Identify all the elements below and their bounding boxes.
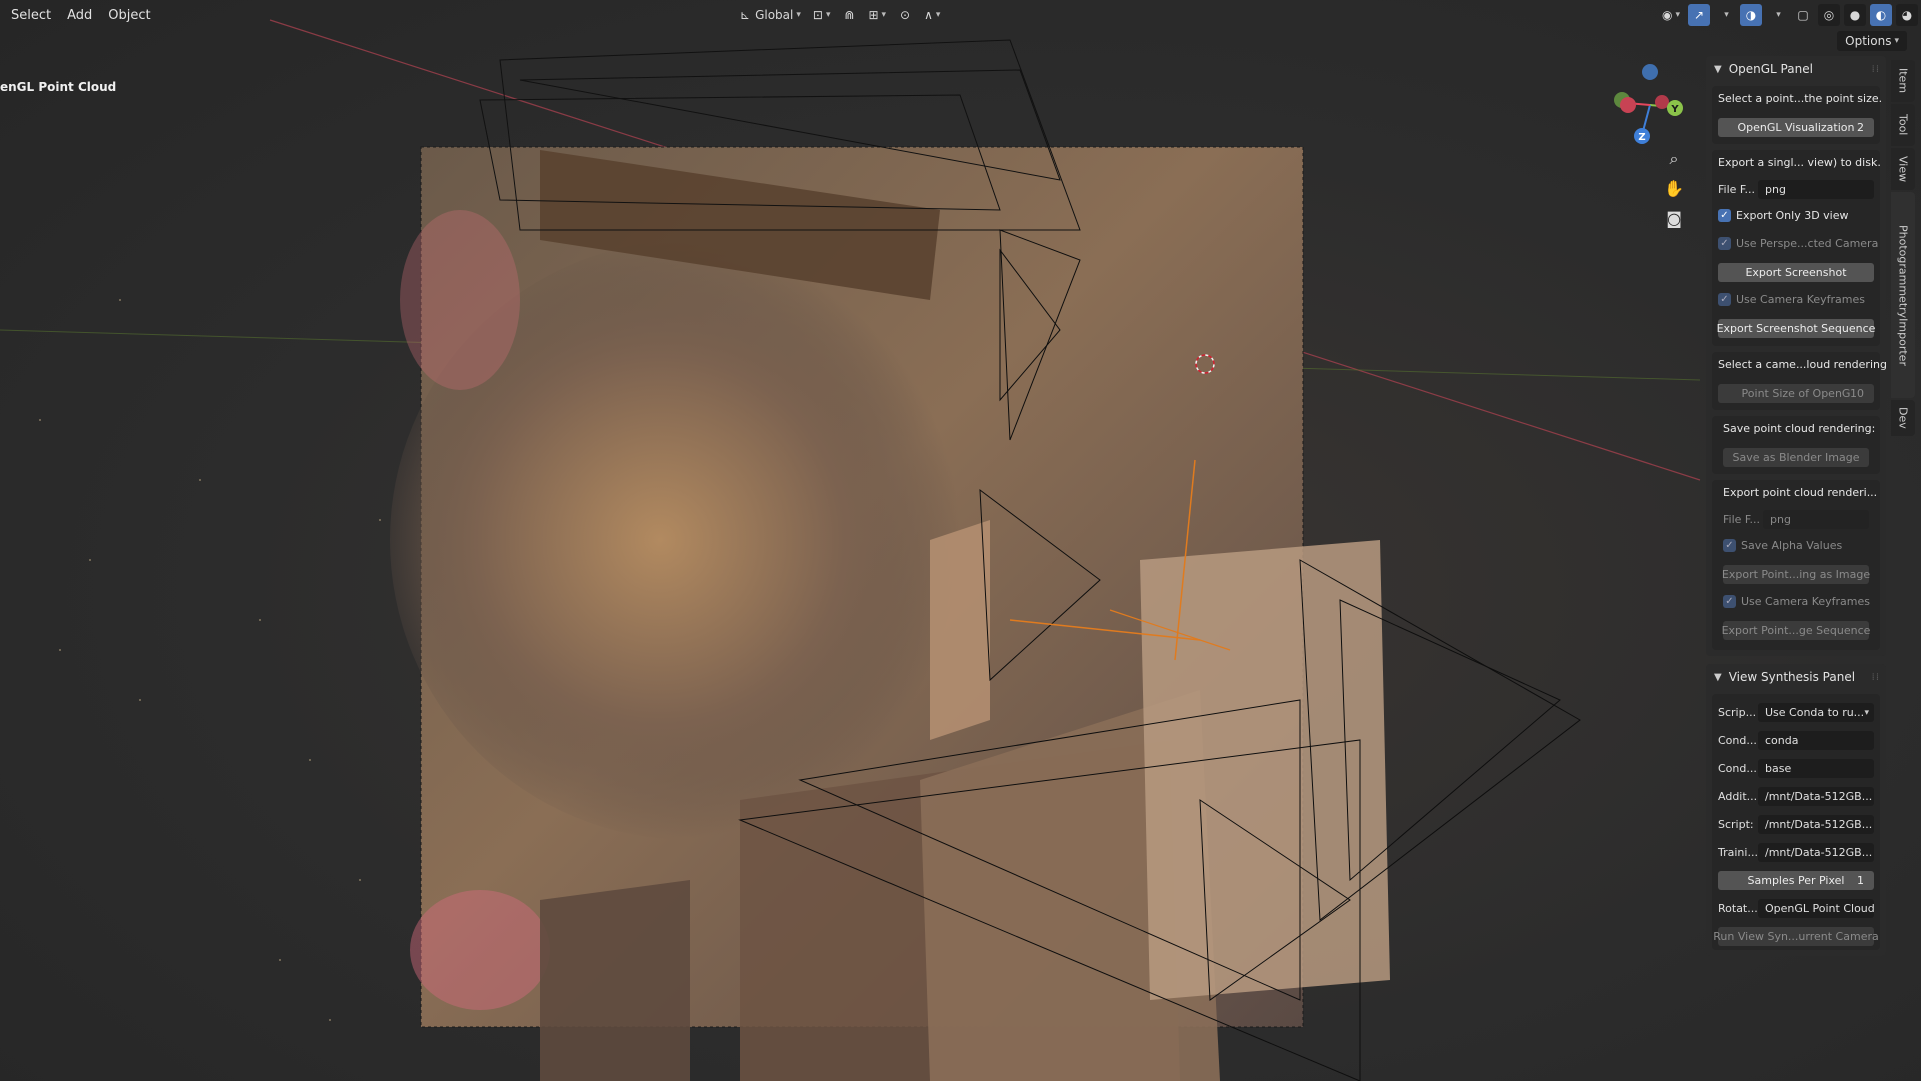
hand-icon[interactable]: ✋ (1660, 174, 1688, 202)
save-alpha-checkbox[interactable]: ✓ Save Alpha Values (1723, 539, 1842, 552)
shading-wireframe[interactable]: ◎ (1818, 4, 1841, 26)
save-rendering-box: Save point cloud rendering: Save as Blen… (1712, 416, 1880, 474)
drag-grip-icon[interactable]: ⁞⁞ (1872, 672, 1880, 683)
navigation-gizmo[interactable]: Y Z (1600, 55, 1690, 145)
svg-text:Y: Y (1670, 104, 1679, 115)
gizmo-icon: ↗ (1693, 8, 1705, 22)
script-mode-dropdown[interactable]: Use Conda to ru... ▾ (1758, 703, 1874, 722)
gizmo-neg-z (1642, 64, 1658, 80)
options-dropdown[interactable]: Options ▾ (1837, 31, 1907, 51)
svg-text:Z: Z (1638, 132, 1645, 143)
gizmo-dropdown[interactable]: ▾ (1714, 4, 1736, 26)
material-sphere-icon: ◐ (1875, 8, 1887, 22)
conda-exe-field[interactable]: conda (1758, 731, 1874, 750)
rendered-sphere-icon: ◕ (1901, 8, 1913, 22)
proportional-edit-toggle[interactable]: ⊙ (894, 4, 916, 26)
conda-env-field[interactable]: base (1758, 759, 1874, 778)
export-only-3d-checkbox[interactable]: ✓ Export Only 3D view (1718, 209, 1849, 222)
proportional-edit-icon: ⊙ (900, 8, 911, 22)
menu-select[interactable]: Select (3, 8, 59, 23)
gizmo-neg-x (1655, 95, 1669, 109)
training-path-field[interactable]: /mnt/Data-512GB... (1758, 843, 1874, 862)
use-perspective-checkbox[interactable]: ✓ Use Perspe...cted Camera (1718, 237, 1878, 250)
overlays-toggle[interactable]: ◑ (1740, 4, 1763, 26)
visibility-dropdown[interactable]: ◉ ▾ (1658, 4, 1684, 26)
xray-icon: ▢ (1797, 8, 1809, 22)
solid-sphere-icon: ● (1849, 8, 1861, 22)
tab-tool[interactable]: Tool (1891, 104, 1915, 146)
orientation-icon: ⊾ (740, 8, 751, 22)
scene-render (0, 19, 1701, 1081)
point-size-box: Select a came...loud rendering Point Siz… (1712, 352, 1887, 410)
export-screenshot-button[interactable]: Export Screenshot (1718, 263, 1874, 282)
falloff-icon: ∧ (924, 8, 933, 22)
gizmo-x (1620, 97, 1636, 113)
tab-photogrammetry-importer[interactable]: PhotogrammetryImporter (1891, 192, 1915, 398)
viewport-object-title: enGL Point Cloud (0, 80, 117, 94)
wireframe-sphere-icon: ◎ (1823, 8, 1835, 22)
opengl-panel-header[interactable]: ▼ OpenGL Panel ⁞⁞ (1706, 56, 1886, 82)
view-synthesis-panel: ▼ View Synthesis Panel ⁞⁞ Scrip... Use C… (1706, 664, 1886, 956)
chevron-down-icon: ▾ (1864, 707, 1869, 718)
overlays-dropdown[interactable]: ▾ (1766, 4, 1788, 26)
opengl-visualization-button[interactable]: OpenGL Visualization 2 (1718, 118, 1874, 137)
viewport-header: Select Add Object (0, 0, 1921, 30)
export-rendering-box: Export point cloud renderi... File F... … (1712, 480, 1880, 650)
run-view-synthesis-button[interactable]: Run View Syn...urrent Camera (1713, 927, 1879, 946)
falloff-dropdown[interactable]: ∧ ▾ (920, 4, 944, 26)
sidebar-n-panel: ▼ OpenGL Panel ⁞⁞ Select a point...the p… (1706, 56, 1887, 961)
checkmark-icon: ✓ (1718, 237, 1731, 250)
xray-toggle[interactable]: ▢ (1792, 4, 1814, 26)
export-screenshot-sequence-button[interactable]: Export Screenshot Sequence (1717, 319, 1875, 338)
chevron-down-icon: ▾ (796, 10, 801, 20)
rotation-source-field[interactable]: OpenGL Point Cloud (1758, 899, 1874, 918)
shading-solid[interactable]: ● (1844, 4, 1867, 26)
drag-grip-icon[interactable]: ⁞⁞ (1872, 64, 1880, 75)
tab-view[interactable]: View (1891, 148, 1915, 190)
snap-toggle[interactable]: ⋒ (838, 4, 860, 26)
pivot-point-dropdown[interactable]: ⊡ ▾ (809, 4, 835, 26)
additional-path-field[interactable]: /mnt/Data-512GB... (1758, 787, 1874, 806)
view-synthesis-box: Scrip... Use Conda to ru... ▾ Cond... co… (1712, 694, 1880, 950)
snap-increment-icon: ⊞ (868, 8, 879, 22)
menu-add[interactable]: Add (59, 8, 100, 23)
right-header-tools: ◉▾ ↗ ▾ ◑ ▾ ▢ ◎ ● ◐ ◕ ▾ (1658, 4, 1921, 26)
snap-target-dropdown[interactable]: ⊞ ▾ (864, 4, 890, 26)
magnet-icon: ⋒ (844, 8, 855, 22)
chevron-down-icon: ▼ (1714, 671, 1722, 683)
use-camera-keyframes-checkbox-2[interactable]: ✓ Use Camera Keyframes (1723, 595, 1870, 608)
eye-icon: ◉ (1662, 8, 1673, 22)
checkmark-icon: ✓ (1718, 209, 1731, 222)
camera-icon[interactable]: ◙ (1660, 204, 1688, 232)
use-camera-keyframes-checkbox[interactable]: ✓ Use Camera Keyframes (1718, 293, 1865, 306)
zoom-icon[interactable]: ⌕ (1660, 145, 1688, 173)
checkmark-icon: ✓ (1723, 539, 1736, 552)
tab-dev[interactable]: Dev (1891, 400, 1915, 436)
gizmo-toggle[interactable]: ↗ (1688, 4, 1711, 26)
tab-item[interactable]: Item (1891, 60, 1915, 102)
chevron-down-icon: ▼ (1714, 63, 1722, 75)
transform-orientation-dropdown[interactable]: ⊾ Global ▾ (736, 4, 805, 26)
pivot-icon: ⊡ (812, 8, 823, 22)
script-path-field[interactable]: /mnt/Data-512GB... (1758, 815, 1874, 834)
shading-rendered[interactable]: ◕ (1896, 4, 1919, 26)
shading-material[interactable]: ◐ (1870, 4, 1893, 26)
overlays-icon: ◑ (1745, 8, 1757, 22)
save-as-blender-image-button[interactable]: Save as Blender Image (1723, 448, 1869, 467)
export-point-image-button[interactable]: Export Point...ing as Image (1722, 565, 1870, 584)
center-header-tools: ⊾ Global ▾ ⊡ ▾ ⋒ ⊞ ▾ ⊙ ∧ ▾ (736, 4, 944, 26)
file-format-field-2[interactable]: png (1763, 510, 1869, 529)
checkmark-icon: ✓ (1718, 293, 1731, 306)
export-screenshot-box: Export a singl... view) to disk. File F.… (1712, 150, 1881, 346)
menu-object[interactable]: Object (100, 8, 158, 23)
opengl-vis-box: Select a point...the point size. OpenGL … (1712, 86, 1882, 144)
file-format-field[interactable]: png (1758, 180, 1874, 199)
export-point-sequence-button[interactable]: Export Point...ge Sequence (1722, 621, 1870, 640)
point-size-slider[interactable]: Point Size of OpenG 10 (1718, 384, 1874, 403)
samples-per-pixel-slider[interactable]: Samples Per Pixel 1 (1718, 871, 1874, 890)
view-synthesis-panel-header[interactable]: ▼ View Synthesis Panel ⁞⁞ (1706, 664, 1886, 690)
opengl-panel: ▼ OpenGL Panel ⁞⁞ Select a point...the p… (1706, 56, 1887, 656)
3d-viewport[interactable]: Select Add Object ⊾ Global ▾ ⊡ ▾ ⋒ ⊞ ▾ ⊙ ∧… (0, 0, 1921, 1081)
checkmark-icon: ✓ (1723, 595, 1736, 608)
